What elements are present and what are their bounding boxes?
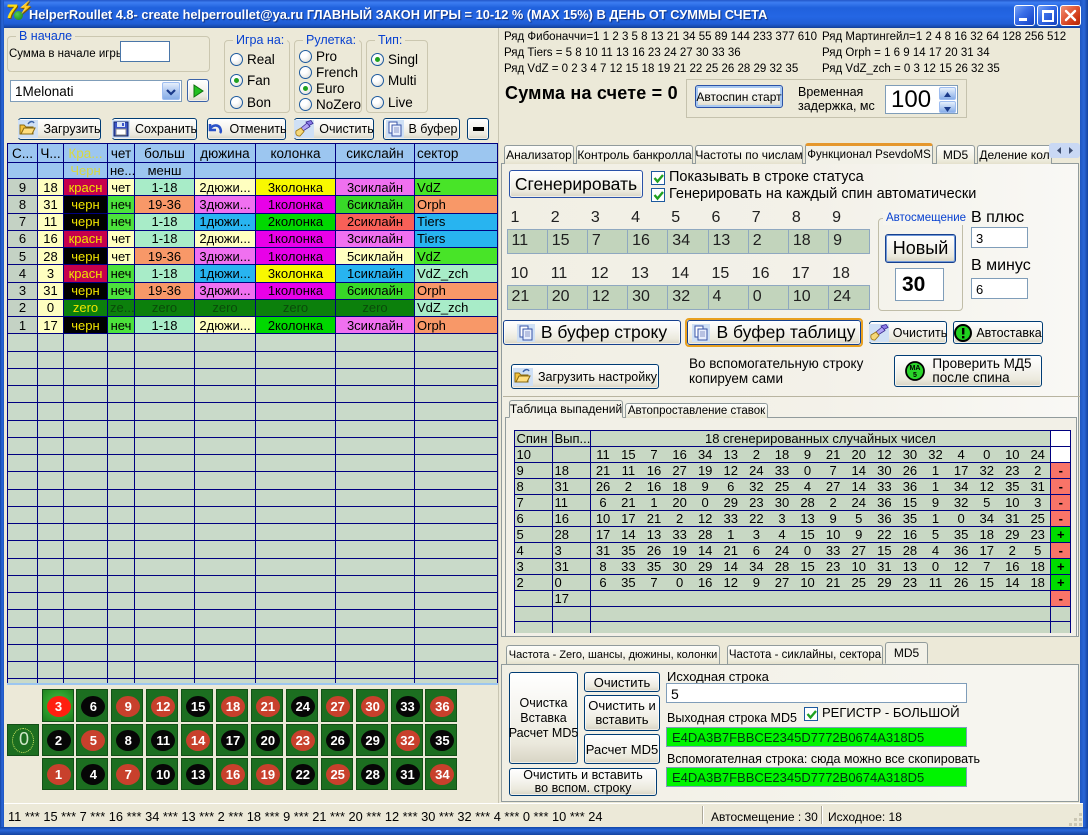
svg-text:5: 5 (913, 372, 917, 379)
svg-text:МА: МА (910, 365, 921, 372)
